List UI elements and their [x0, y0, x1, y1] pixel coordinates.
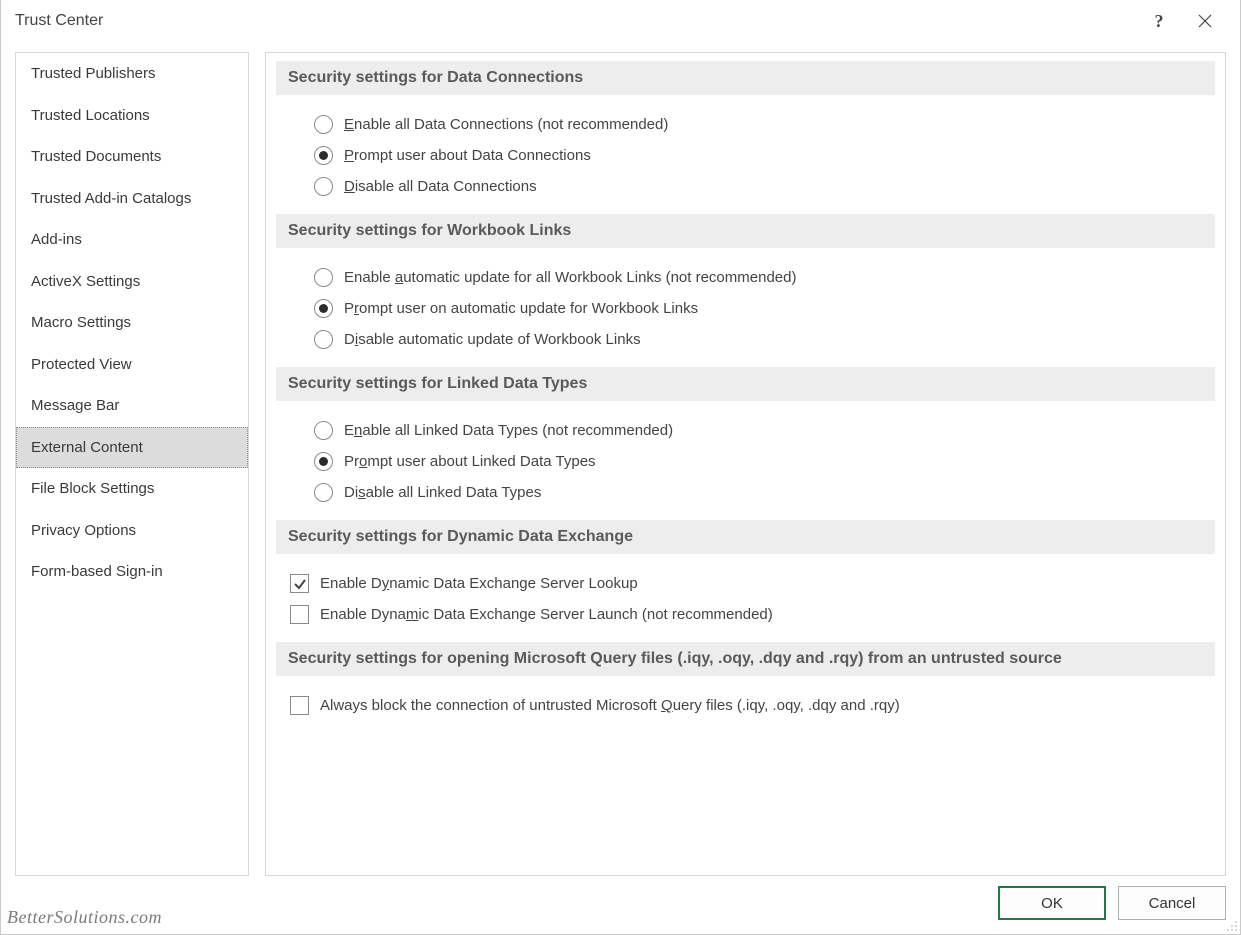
sidebar-item-protected-view[interactable]: Protected View	[16, 344, 248, 386]
option-row[interactable]: Prompt user about Data Connections	[314, 140, 1215, 171]
radio-disable-all-data-connections[interactable]	[314, 177, 333, 196]
cancel-button[interactable]: Cancel	[1118, 886, 1226, 920]
sidebar-item-external-content[interactable]: External Content	[16, 427, 248, 469]
section-header-dde: Security settings for Dynamic Data Excha…	[276, 520, 1215, 554]
section-header-linked_data_types: Security settings for Linked Data Types	[276, 367, 1215, 401]
radio-prompt-workbook-links[interactable]	[314, 299, 333, 318]
option-row[interactable]: Enable automatic update for all Workbook…	[314, 262, 1215, 293]
sidebar-item-privacy-options[interactable]: Privacy Options	[16, 510, 248, 552]
option-label: Enable automatic update for all Workbook…	[344, 269, 796, 286]
radio-prompt-data-connections[interactable]	[314, 146, 333, 165]
option-row[interactable]: Disable all Linked Data Types	[314, 477, 1215, 508]
sidebar-item-label: Trusted Add-in Catalogs	[31, 190, 191, 207]
sidebar-item-message-bar[interactable]: Message Bar	[16, 385, 248, 427]
option-row[interactable]: Enable Dynamic Data Exchange Server Look…	[290, 568, 1215, 599]
option-row[interactable]: Enable all Linked Data Types (not recomm…	[314, 415, 1215, 446]
radio-disable-linked-data-types[interactable]	[314, 483, 333, 502]
help-icon[interactable]: ?	[1136, 5, 1182, 37]
option-label: Prompt user on automatic update for Work…	[344, 300, 698, 317]
sidebar-item-trusted-publishers[interactable]: Trusted Publishers	[16, 53, 248, 95]
resize-grip-icon[interactable]	[1222, 916, 1238, 932]
option-label: Enable Dynamic Data Exchange Server Laun…	[320, 606, 773, 623]
sidebar-item-label: Message Bar	[31, 397, 119, 414]
option-row[interactable]: Always block the connection of untrusted…	[290, 690, 1215, 721]
sidebar-item-file-block-settings[interactable]: File Block Settings	[16, 468, 248, 510]
window-title: Trust Center	[15, 12, 103, 30]
sidebar-item-label: Privacy Options	[31, 522, 136, 539]
radio-enable-all-data-connections[interactable]	[314, 115, 333, 134]
sidebar-item-label: Trusted Documents	[31, 148, 161, 165]
sidebar-item-form-based-sign-in[interactable]: Form-based Sign-in	[16, 551, 248, 593]
option-label: Disable all Linked Data Types	[344, 484, 541, 501]
ok-button[interactable]: OK	[998, 886, 1106, 920]
option-row[interactable]: Enable all Data Connections (not recomme…	[314, 109, 1215, 140]
section-header-query_files: Security settings for opening Microsoft …	[276, 642, 1215, 676]
section-header-data_connections: Security settings for Data Connections	[276, 61, 1215, 95]
sidebar-item-label: Add-ins	[31, 231, 82, 248]
option-label: Disable all Data Connections	[344, 178, 537, 195]
option-label: Prompt user about Linked Data Types	[344, 453, 596, 470]
sidebar-item-trusted-addin-catalogs[interactable]: Trusted Add-in Catalogs	[16, 178, 248, 220]
titlebar: Trust Center ?	[1, 0, 1240, 42]
watermark: BetterSolutions.com	[7, 907, 162, 928]
sidebar-item-label: File Block Settings	[31, 480, 154, 497]
sidebar-item-activex-settings[interactable]: ActiveX Settings	[16, 261, 248, 303]
option-row[interactable]: Enable Dynamic Data Exchange Server Laun…	[290, 599, 1215, 630]
sidebar-item-label: ActiveX Settings	[31, 273, 140, 290]
sidebar-item-label: Trusted Locations	[31, 107, 150, 124]
sidebar: Trusted Publishers Trusted Locations Trust…	[15, 52, 249, 876]
sidebar-item-label: Macro Settings	[31, 314, 131, 331]
option-row[interactable]: Prompt user on automatic update for Work…	[314, 293, 1215, 324]
close-icon[interactable]	[1182, 5, 1228, 37]
option-label: Enable all Linked Data Types (not recomm…	[344, 422, 673, 439]
sidebar-item-macro-settings[interactable]: Macro Settings	[16, 302, 248, 344]
option-label: Enable Dynamic Data Exchange Server Look…	[320, 575, 638, 592]
sidebar-item-label: Form-based Sign-in	[31, 563, 163, 580]
check-dde-server-launch[interactable]	[290, 605, 309, 624]
check-block-untrusted-query-files[interactable]	[290, 696, 309, 715]
radio-enable-auto-workbook-links[interactable]	[314, 268, 333, 287]
sidebar-item-label: External Content	[31, 439, 143, 456]
option-label: Always block the connection of untrusted…	[320, 697, 900, 714]
option-row[interactable]: Disable automatic update of Workbook Lin…	[314, 324, 1215, 355]
sidebar-item-add-ins[interactable]: Add-ins	[16, 219, 248, 261]
option-row[interactable]: Disable all Data Connections	[314, 171, 1215, 202]
option-label: Prompt user about Data Connections	[344, 147, 591, 164]
sidebar-item-label: Trusted Publishers	[31, 65, 156, 82]
radio-enable-linked-data-types[interactable]	[314, 421, 333, 440]
radio-prompt-linked-data-types[interactable]	[314, 452, 333, 471]
sidebar-item-trusted-documents[interactable]: Trusted Documents	[16, 136, 248, 178]
option-label: Enable all Data Connections (not recomme…	[344, 116, 668, 133]
content-panel: Security settings for Data Connections En…	[265, 52, 1226, 876]
radio-disable-workbook-links[interactable]	[314, 330, 333, 349]
dialog-footer: OK Cancel	[1, 876, 1240, 934]
sidebar-item-trusted-locations[interactable]: Trusted Locations	[16, 95, 248, 137]
option-row[interactable]: Prompt user about Linked Data Types	[314, 446, 1215, 477]
option-label: Disable automatic update of Workbook Lin…	[344, 331, 641, 348]
check-dde-server-lookup[interactable]	[290, 574, 309, 593]
section-header-workbook_links: Security settings for Workbook Links	[276, 214, 1215, 248]
sidebar-item-label: Protected View	[31, 356, 132, 373]
